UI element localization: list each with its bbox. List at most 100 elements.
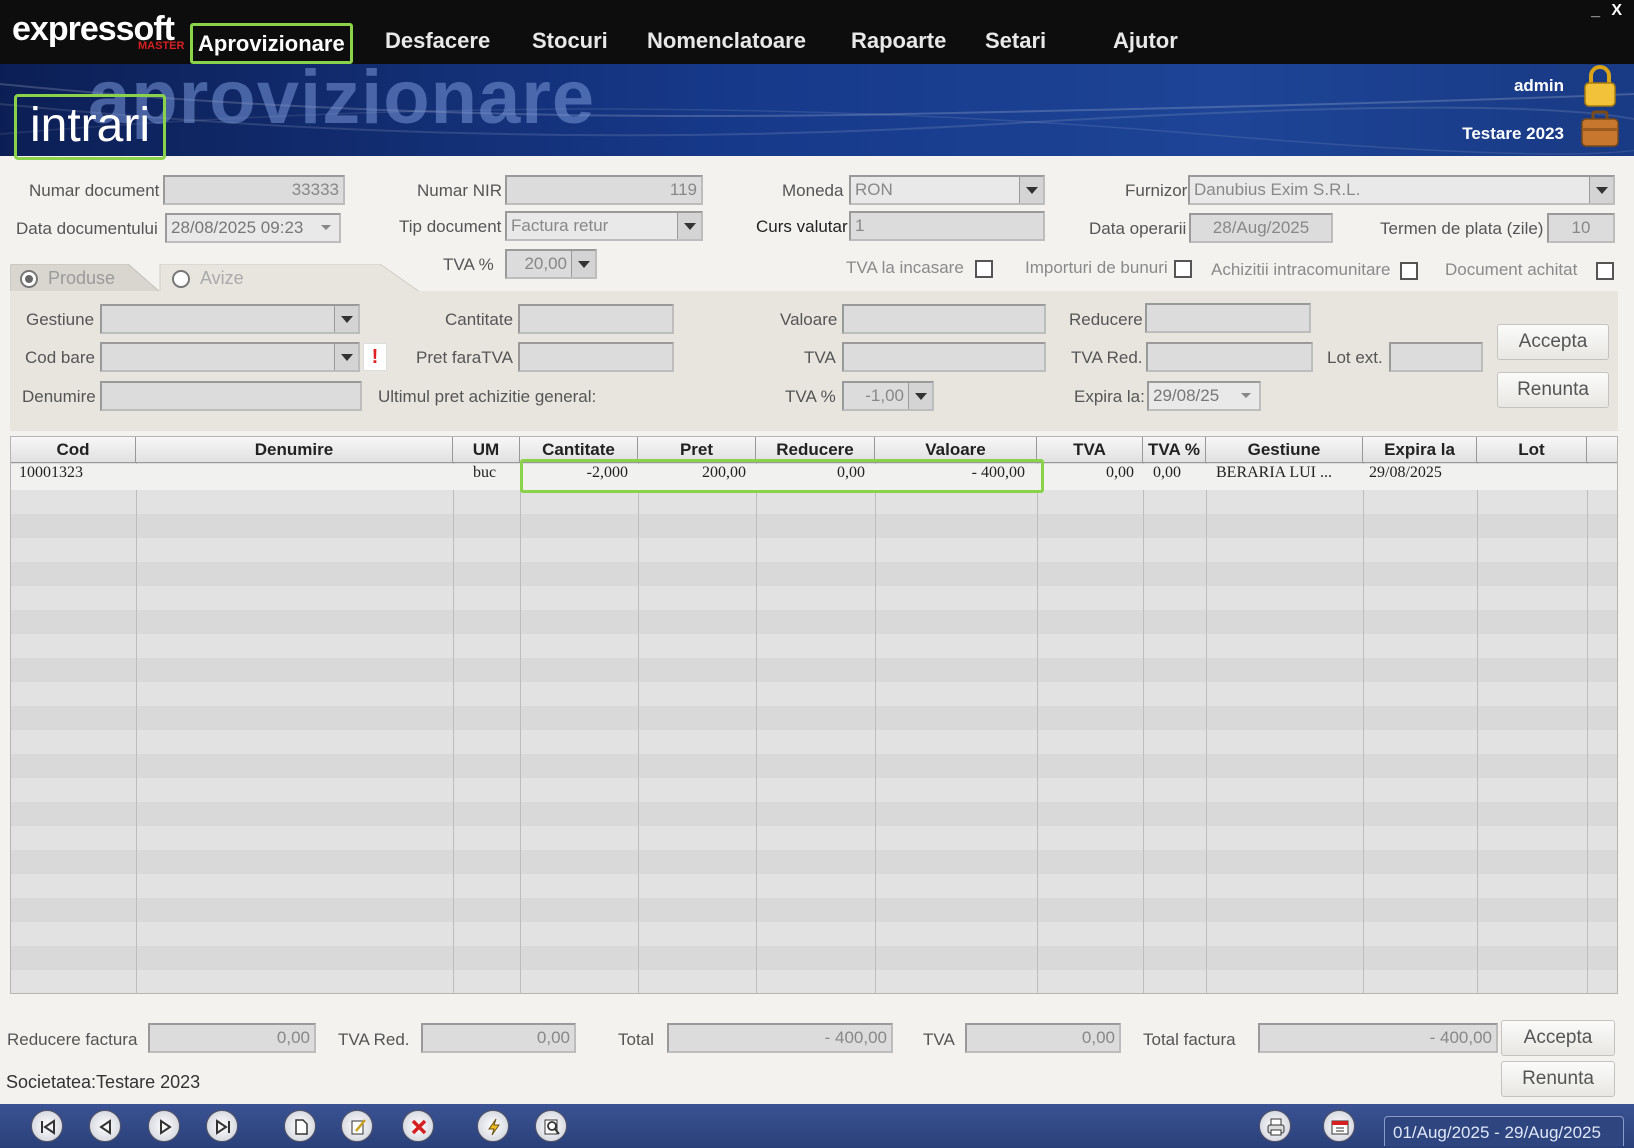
valoare-label: Valoare (780, 310, 838, 329)
col-tva[interactable]: TVA (1037, 437, 1143, 463)
accepta-button[interactable]: Accepta (1501, 1020, 1615, 1056)
cod-bare-select[interactable] (100, 342, 360, 372)
numar-document-field[interactable]: 33333 (163, 175, 345, 205)
tab-avize[interactable]: Avize (162, 264, 244, 292)
data-documentului-dropdown-icon[interactable] (315, 215, 339, 241)
cell-lot (1481, 464, 1581, 490)
tva-red-total-field[interactable]: 0,00 (421, 1023, 576, 1053)
expira-field[interactable]: 29/08/25 (1147, 381, 1261, 411)
menu-ajutor[interactable]: Ajutor (1113, 28, 1178, 54)
detail-renunta-button[interactable]: Renunta (1497, 372, 1609, 408)
empty-row (11, 850, 1617, 874)
empty-row (11, 826, 1617, 850)
termen-plata-label: Termen de plata (zile) (1380, 219, 1544, 238)
renunta-button[interactable]: Renunta (1501, 1061, 1615, 1097)
tip-document-dropdown-icon[interactable] (677, 213, 701, 239)
cod-bare-dropdown-icon[interactable] (334, 344, 358, 370)
curs-valutar-field[interactable]: 1 (849, 211, 1045, 241)
empty-row (11, 490, 1617, 514)
close-button[interactable]: X (1611, 2, 1622, 20)
delete-icon[interactable] (402, 1110, 434, 1142)
ultimul-pret-label: Ultimul pret achizitie general: (378, 387, 597, 406)
lot-ext-label: Lot ext. (1327, 348, 1383, 367)
lot-ext-field[interactable] (1389, 342, 1483, 372)
moneda-dropdown-icon[interactable] (1019, 177, 1043, 203)
total-factura-field[interactable]: - 400,00 (1258, 1023, 1498, 1053)
reducere-factura-field[interactable]: 0,00 (148, 1023, 316, 1053)
numar-nir-field[interactable]: 119 (505, 175, 703, 205)
denumire-field[interactable] (100, 381, 362, 411)
col-cod[interactable]: Cod (11, 437, 136, 463)
menu-aprovizionare[interactable]: Aprovizionare (190, 23, 353, 64)
cantitate-label: Cantitate (445, 310, 514, 329)
menu-nomenclatoare[interactable]: Nomenclatoare (647, 28, 806, 54)
col-gestiune[interactable]: Gestiune (1206, 437, 1363, 463)
col-lot[interactable]: Lot (1477, 437, 1587, 463)
furnizor-select[interactable]: Danubius Exim S.R.L. (1188, 175, 1615, 205)
numar-nir-label: Numar NIR (417, 181, 503, 200)
moneda-value: RON (855, 180, 893, 199)
menu-desfacere[interactable]: Desfacere (385, 28, 490, 54)
menu-rapoarte[interactable]: Rapoarte (851, 28, 946, 54)
reducere-field[interactable] (1145, 303, 1311, 333)
menu-stocuri[interactable]: Stocuri (532, 28, 608, 54)
col-expira-la[interactable]: Expira la (1363, 437, 1477, 463)
tva-total-label: TVA (923, 1030, 955, 1049)
furnizor-dropdown-icon[interactable] (1589, 177, 1613, 203)
valoare-field[interactable] (842, 304, 1046, 334)
tva-pct-detail-label: TVA % (785, 387, 836, 406)
print-icon[interactable] (1259, 1110, 1291, 1142)
cantitate-field[interactable] (518, 304, 674, 334)
col-um[interactable]: UM (453, 437, 520, 463)
briefcase-icon[interactable] (1580, 108, 1620, 148)
empty-row (11, 682, 1617, 706)
reducere-label: Reducere (1069, 310, 1143, 329)
search-icon[interactable] (535, 1110, 567, 1142)
tab-produse[interactable]: Produse (10, 264, 115, 292)
minimize-button[interactable]: _ (1591, 2, 1600, 20)
tip-document-select[interactable]: Factura retur (505, 211, 703, 241)
new-document-icon[interactable] (284, 1110, 316, 1142)
moneda-select[interactable]: RON (849, 175, 1045, 205)
data-documentului-field[interactable]: 28/08/2025 09:23 (165, 213, 341, 243)
tva-pct-detail-select[interactable]: -1,00 (842, 381, 934, 411)
pret-fara-tva-label: Pret faraTVA (416, 348, 513, 367)
expira-dropdown-icon[interactable] (1235, 383, 1259, 409)
col-denumire[interactable]: Denumire (136, 437, 453, 463)
total-factura-label: Total factura (1143, 1030, 1236, 1049)
first-record-icon[interactable] (31, 1110, 63, 1142)
quick-action-icon[interactable] (477, 1110, 509, 1142)
tva-label: TVA (804, 348, 836, 367)
tva-red-total-label: TVA Red. (338, 1030, 410, 1049)
cod-bare-warning-icon[interactable]: ! (363, 343, 387, 371)
last-record-icon[interactable] (206, 1110, 238, 1142)
menu-setari[interactable]: Setari (985, 28, 1046, 54)
data-operarii-field[interactable]: 28/Aug/2025 (1189, 213, 1333, 243)
lock-icon[interactable] (1582, 64, 1618, 108)
tab-produse-label: Produse (48, 268, 116, 288)
gestiune-select[interactable] (100, 304, 360, 334)
detail-accepta-button[interactable]: Accepta (1497, 324, 1609, 360)
gestiune-dropdown-icon[interactable] (334, 306, 358, 332)
tva-field[interactable] (842, 342, 1046, 372)
numar-document-label: Numar document (29, 181, 160, 200)
period-range[interactable]: 01/Aug/2025 - 29/Aug/2025 (1384, 1116, 1624, 1146)
calendar-icon[interactable] (1323, 1110, 1355, 1142)
edit-icon[interactable] (341, 1110, 373, 1142)
denumire-label: Denumire (22, 387, 96, 406)
empty-row (11, 658, 1617, 682)
total-field[interactable]: - 400,00 (667, 1023, 893, 1053)
pret-fara-tva-field[interactable] (518, 342, 674, 372)
tva-total-field[interactable]: 0,00 (965, 1023, 1121, 1053)
col-tva-pct[interactable]: TVA % (1143, 437, 1206, 463)
empty-row (11, 778, 1617, 802)
tva-red-field[interactable] (1146, 342, 1313, 372)
empty-row (11, 562, 1617, 586)
tva-pct-detail-dropdown-icon[interactable] (908, 383, 932, 409)
tab-avize-label: Avize (200, 268, 244, 288)
empty-row (11, 946, 1617, 970)
empty-row (11, 802, 1617, 826)
previous-record-icon[interactable] (89, 1110, 121, 1142)
next-record-icon[interactable] (148, 1110, 180, 1142)
termen-plata-field[interactable]: 10 (1547, 213, 1615, 243)
